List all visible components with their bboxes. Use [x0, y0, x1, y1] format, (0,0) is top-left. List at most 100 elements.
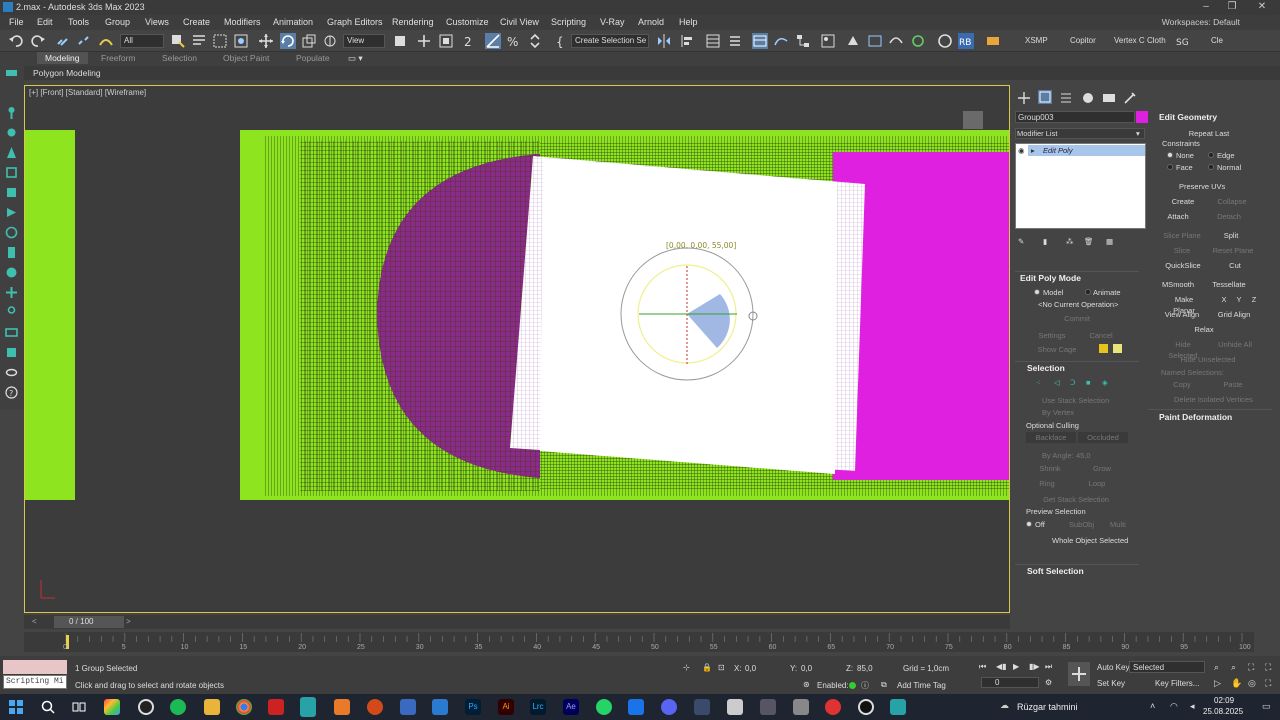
tab-freeform[interactable]: Freeform: [101, 53, 135, 63]
display-tab-icon[interactable]: [1102, 91, 1116, 105]
sg-icon[interactable]: SG: [1175, 33, 1191, 49]
tab-selection[interactable]: Selection: [162, 53, 197, 63]
acrobat-icon[interactable]: [268, 699, 284, 715]
loop-button[interactable]: Loop: [1082, 478, 1112, 489]
tool-5-icon[interactable]: [5, 166, 18, 179]
clock-date[interactable]: 25.08.2025: [1203, 707, 1243, 716]
viewcube-icon[interactable]: [963, 111, 983, 129]
weather-icon[interactable]: ☁: [1000, 700, 1009, 711]
scene-explorer-icon[interactable]: [705, 33, 721, 49]
eye-icon[interactable]: ◉: [1018, 146, 1025, 155]
select-object-icon[interactable]: [170, 33, 186, 49]
white-plane-object[interactable]: [540, 158, 837, 474]
expand-icon[interactable]: ▸: [1031, 146, 1035, 155]
render-iterative-icon[interactable]: [910, 33, 926, 49]
copilot-icon[interactable]: [104, 699, 120, 715]
vertex-mode-icon[interactable]: ⁖: [1036, 378, 1040, 387]
tray-chevron-icon[interactable]: ˄: [1150, 701, 1155, 711]
remove-modifier-icon[interactable]: 🗑: [1084, 237, 1094, 246]
menu-create[interactable]: Create: [183, 17, 210, 27]
get-stack-selection-button[interactable]: Get Stack Selection: [1038, 494, 1114, 505]
menu-tools[interactable]: Tools: [68, 17, 89, 27]
menu-edit[interactable]: Edit: [37, 17, 53, 27]
select-scale-icon[interactable]: [301, 33, 317, 49]
animate-radio[interactable]: [1085, 289, 1091, 295]
undo-icon[interactable]: [8, 33, 24, 49]
app-red2-icon[interactable]: [825, 699, 841, 715]
zoom-all-icon[interactable]: ⌕: [1231, 662, 1236, 673]
repeat-last-button[interactable]: Repeat Last: [1184, 128, 1234, 139]
z-coordinate-field[interactable]: 85,0: [857, 664, 873, 673]
object-color-swatch[interactable]: [1136, 111, 1148, 123]
volume-icon[interactable]: ◂: [1190, 701, 1195, 712]
tool-11-icon[interactable]: [5, 286, 18, 299]
modify-tab-icon[interactable]: [1038, 90, 1052, 104]
occluded-button[interactable]: Occluded: [1078, 432, 1128, 443]
tool-12-icon[interactable]: [5, 306, 18, 319]
tool-4-icon[interactable]: [5, 146, 18, 159]
menu-vray[interactable]: V-Ray: [600, 17, 625, 27]
menu-scripting[interactable]: Scripting: [551, 17, 586, 27]
app-orange-icon[interactable]: [334, 699, 350, 715]
preserve-uvs-checkbox[interactable]: Preserve UVs: [1179, 182, 1225, 191]
tool-6-icon[interactable]: [5, 186, 18, 199]
info-icon[interactable]: ⓘ: [861, 680, 869, 691]
key-mode-dropdown[interactable]: Selected: [1133, 663, 1164, 672]
copitor-button[interactable]: Copitor: [1070, 36, 1096, 45]
app-black-icon[interactable]: [858, 699, 874, 715]
reset-plane-button[interactable]: Reset Plane: [1210, 245, 1256, 256]
hide-selected-button[interactable]: Hide Selected: [1160, 339, 1206, 360]
menu-views[interactable]: Views: [145, 17, 169, 27]
material-editor-icon[interactable]: [820, 33, 836, 49]
close-icon[interactable]: ✕: [1250, 1, 1274, 13]
constraint-face-radio[interactable]: [1167, 164, 1173, 170]
motion-tab-icon[interactable]: [1081, 91, 1095, 105]
edge-mode-icon[interactable]: ◁: [1054, 378, 1060, 387]
constraint-normal-radio[interactable]: [1208, 164, 1214, 170]
constraint-none-radio[interactable]: [1167, 152, 1173, 158]
wifi-icon[interactable]: ◠: [1170, 701, 1178, 712]
next-key-icon[interactable]: ▮▶: [1029, 662, 1040, 671]
select-rotate-icon[interactable]: [280, 33, 296, 49]
select-place-icon[interactable]: [322, 33, 338, 49]
pin-stack-icon[interactable]: ✎: [1018, 237, 1024, 246]
slice-plane-button[interactable]: Slice Plane: [1162, 230, 1202, 241]
tool-3-icon[interactable]: [5, 126, 18, 139]
align-icon[interactable]: [680, 33, 696, 49]
xsmp-button[interactable]: XSMP: [1025, 36, 1048, 45]
lock-icon[interactable]: 🔒: [702, 663, 712, 672]
settings-button[interactable]: Settings: [1034, 330, 1070, 341]
hide-unselected-button[interactable]: Hide Unselected: [1180, 354, 1236, 365]
utilities-tab-icon[interactable]: [1123, 91, 1137, 105]
next-frame-icon[interactable]: >: [126, 617, 131, 626]
select-manipulate-icon[interactable]: [416, 33, 432, 49]
layer-explorer-icon[interactable]: [727, 33, 743, 49]
bind-spacewarp-icon[interactable]: [98, 33, 114, 49]
cle-button[interactable]: Cle: [1211, 36, 1223, 45]
window-crossing-icon[interactable]: [233, 33, 249, 49]
zoom-icon[interactable]: ⌕: [1214, 662, 1219, 673]
preview-multi-radio[interactable]: Multi: [1110, 520, 1126, 529]
illustrator-icon[interactable]: Ai: [498, 699, 514, 715]
pan-icon[interactable]: ✋: [1231, 678, 1242, 689]
element-mode-icon[interactable]: ◈: [1102, 378, 1108, 387]
redo-icon[interactable]: [30, 33, 46, 49]
cut-button[interactable]: Cut: [1222, 260, 1248, 271]
make-planar-x-button[interactable]: X: [1220, 294, 1228, 305]
spinner-snap-icon[interactable]: [527, 33, 543, 49]
by-angle-checkbox[interactable]: By Angle:: [1042, 451, 1074, 460]
whatsapp-icon[interactable]: [596, 699, 612, 715]
keyboard-shortcut-icon[interactable]: [438, 33, 454, 49]
select-move-icon[interactable]: [258, 33, 274, 49]
paste-button[interactable]: Paste: [1218, 379, 1248, 390]
after-effects-icon[interactable]: Ae: [563, 699, 579, 715]
view-align-button[interactable]: View Align: [1164, 309, 1200, 320]
quickslice-button[interactable]: QuickSlice: [1163, 260, 1203, 271]
ribbon-toggle-icon[interactable]: [752, 33, 768, 49]
selection-filter-dropdown[interactable]: All: [120, 34, 164, 48]
auto-key-button[interactable]: Auto Key: [1097, 663, 1129, 672]
task-view-icon[interactable]: [71, 699, 87, 715]
tool-13-icon[interactable]: [5, 326, 18, 339]
x-coordinate-field[interactable]: 0,0: [745, 664, 756, 673]
tag-icon[interactable]: ⧉: [881, 680, 887, 690]
